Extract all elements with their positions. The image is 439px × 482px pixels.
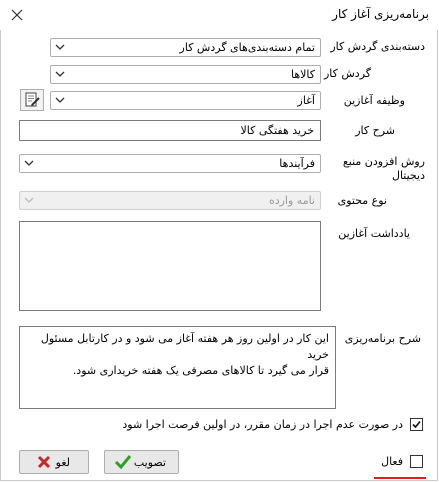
close-button[interactable] [6,5,28,25]
run-if-missed-checkbox[interactable] [410,418,423,431]
category-select[interactable]: تمام دسته‌بندی‌های گردش کار [50,38,321,57]
start-task-select[interactable]: آغاز [50,91,321,110]
digital-resource-label: روش افزودن منبع دیجیتال [342,155,425,182]
cancel-button[interactable]: لغو [19,450,89,474]
schedule-desc-value: این کار در اولین روز هر هفته آغاز می شود… [40,332,329,377]
description-value: خرید هفتگی کالا [240,124,315,137]
close-icon [11,9,23,21]
chevron-down-icon [24,160,34,166]
schedule-desc-textarea[interactable]: این کار در اولین روز هر هفته آغاز می شود… [19,326,336,409]
approve-label: تصویب [133,456,166,469]
workflow-select[interactable]: کالاها [50,65,321,84]
content-type-value: نامه وارده [268,194,315,207]
digital-resource-value: فرآیندها [279,157,315,170]
workflow-label: گردش کار [323,67,371,80]
cancel-label: لغو [55,456,70,469]
description-label: شرح کار [355,124,395,137]
edit-note-icon [25,92,40,107]
description-input[interactable]: خرید هفتگی کالا [19,120,321,141]
chevron-down-icon [55,97,65,103]
active-label: فعال [381,455,403,468]
digital-resource-select[interactable]: فرآیندها [19,154,321,173]
workflow-value: کالاها [290,68,315,81]
content-type-select: نامه وارده [19,191,321,210]
content-type-label: نوع محتوی [337,194,387,207]
run-if-missed-label: در صورت عدم اجرا در زمان مقرر، در اولین … [122,418,403,431]
schedule-desc-label: شرح برنامه‌ریزی [344,332,421,345]
start-task-value: آغاز [297,94,315,107]
start-note-label: یادداشت آغازین [338,227,410,240]
cross-icon [37,455,51,469]
active-checkbox[interactable] [410,455,423,468]
start-note-textarea[interactable] [19,221,321,311]
chevron-down-icon [24,197,34,203]
chevron-down-icon [55,71,65,77]
category-label: دسته‌بندی گردش کار [330,40,425,53]
active-underline [374,477,426,479]
window-title: برنامه‌ریزی آغاز کار [332,7,429,21]
checkmark-icon [412,420,421,429]
start-task-label: وظیفه آغازین [343,94,405,107]
title-bar: برنامه‌ریزی آغاز کار [0,0,439,30]
category-value: تمام دسته‌بندی‌های گردش کار [179,41,315,54]
edit-start-task-button[interactable] [20,89,44,111]
approve-button[interactable]: تصویب [104,450,179,474]
check-icon [114,455,132,470]
chevron-down-icon [55,44,65,50]
